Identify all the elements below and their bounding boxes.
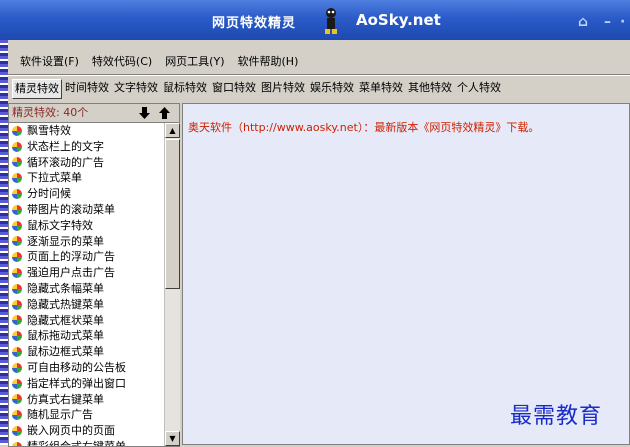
menu-settings[interactable]: 软件设置(F) [20, 53, 79, 69]
list-item-label: 强迫用户点击广告 [27, 266, 115, 280]
list-item[interactable]: 嵌入网页中的页面 [9, 423, 164, 439]
mascot-icon [325, 8, 337, 34]
list-item[interactable]: 隐藏式框状菜单 [9, 313, 164, 329]
effect-icon [12, 204, 22, 215]
list-item[interactable]: 飘雪特效 [9, 123, 164, 139]
tab-mouse-effects[interactable]: 鼠标特效 [161, 79, 209, 97]
title-bar: 网页特效精灵 AoSky.net ⌂ – · [0, 0, 630, 40]
effect-icon [12, 299, 22, 310]
effect-icon [12, 283, 22, 294]
effect-icon [12, 347, 22, 358]
arrow-down-icon[interactable] [139, 107, 150, 119]
scroll-down-button[interactable]: ▼ [165, 431, 180, 446]
effect-icon [12, 331, 22, 342]
list-item[interactable]: 随机显示广告 [9, 407, 164, 423]
home-icon[interactable]: ⌂ [578, 14, 588, 30]
menu-help[interactable]: 软件帮助(H) [238, 53, 299, 69]
scroll-thumb[interactable] [165, 139, 180, 289]
effect-icon [12, 394, 22, 405]
effect-icon [12, 315, 22, 326]
list-item-label: 隐藏式热键菜单 [27, 297, 104, 311]
effect-icon [12, 157, 22, 168]
effect-icon [12, 125, 22, 136]
list-item-label: 随机显示广告 [27, 408, 93, 422]
scroll-up-button[interactable]: ▲ [165, 123, 180, 138]
list-item-label: 隐藏式条幅菜单 [27, 281, 104, 295]
list-item[interactable]: 鼠标文字特效 [9, 218, 164, 234]
brand-name: AoSky.net [356, 11, 441, 29]
list-item[interactable]: 逐渐显示的菜单 [9, 234, 164, 250]
list-item-label: 鼠标文字特效 [27, 218, 93, 232]
list-item[interactable]: 隐藏式热键菜单 [9, 297, 164, 313]
list-item[interactable]: 强迫用户点击广告 [9, 265, 164, 281]
list-item[interactable]: 隐藏式条幅菜单 [9, 281, 164, 297]
list-item-label: 逐渐显示的菜单 [27, 234, 104, 248]
effect-icon [12, 378, 22, 389]
list-item-label: 分时问候 [27, 187, 71, 201]
tab-personal-effects[interactable]: 个人特效 [455, 79, 503, 97]
list-item-label: 可自由移动的公告板 [27, 360, 126, 374]
download-notice[interactable]: 奥天软件（http://www.aosky.net）：最新版本《网页特效精灵》下… [188, 119, 539, 135]
list-item[interactable]: 下拉式菜单 [9, 170, 164, 186]
content-panel: 奥天软件（http://www.aosky.net）：最新版本《网页特效精灵》下… [182, 103, 630, 445]
list-item-label: 隐藏式框状菜单 [27, 313, 104, 327]
left-decorative-stripe [0, 40, 8, 445]
tab-menu-effects[interactable]: 菜单特效 [357, 79, 405, 97]
effect-icon [12, 426, 22, 437]
list-item[interactable]: 分时问候 [9, 186, 164, 202]
panel-header: 精灵特效: 40个 [9, 104, 179, 123]
menu-effect-code[interactable]: 特效代码(C) [92, 53, 152, 69]
tab-time-effects[interactable]: 时间特效 [63, 79, 111, 97]
tab-sprite-effects[interactable]: 精灵特效 [12, 79, 62, 99]
menu-divider [8, 74, 630, 76]
effect-icon [12, 220, 22, 231]
effects-count-label: 精灵特效: 40个 [12, 106, 89, 119]
list-item-label: 飘雪特效 [27, 124, 71, 137]
category-tabs: 精灵特效 时间特效 文字特效 鼠标特效 窗口特效 图片特效 娱乐特效 菜单特效 … [12, 79, 504, 99]
list-scrollbar[interactable]: ▲ ▼ [164, 123, 180, 446]
effects-list: 飘雪特效状态栏上的文字 循环滚动的广告 下拉式菜单分时问候 带图片的滚动菜单 鼠标文字特… [9, 123, 164, 446]
tab-text-effects[interactable]: 文字特效 [112, 79, 160, 97]
list-item[interactable]: 页面上的浮动广告 [9, 249, 164, 265]
list-item[interactable]: 鼠标拖动式菜单 [9, 328, 164, 344]
list-item-label: 循环滚动的广告 [27, 155, 104, 169]
effect-icon [12, 441, 22, 446]
tab-fun-effects[interactable]: 娱乐特效 [308, 79, 356, 97]
list-item[interactable]: 带图片的滚动菜单 [9, 202, 164, 218]
list-item[interactable]: 循环滚动的广告 [9, 155, 164, 171]
effect-icon [12, 362, 22, 373]
tab-window-effects[interactable]: 窗口特效 [210, 79, 258, 97]
list-item-label: 嵌入网页中的页面 [27, 424, 115, 438]
window-button-icon[interactable]: · [620, 14, 625, 30]
list-item[interactable]: 鼠标边框式菜单 [9, 344, 164, 360]
list-item-label: 鼠标边框式菜单 [27, 345, 104, 359]
effect-icon [12, 236, 22, 247]
effects-list-panel: 精灵特效: 40个 飘雪特效状态栏上的文字 循环滚动的广告 下拉式菜单分时问候 带图片… [8, 103, 180, 447]
list-item-label: 仿真式右键菜单 [27, 392, 104, 406]
menu-bar: 软件设置(F) 特效代码(C) 网页工具(Y) 软件帮助(H) [8, 50, 630, 72]
list-item[interactable]: 可自由移动的公告板 [9, 360, 164, 376]
list-item[interactable]: 仿真式右键菜单 [9, 392, 164, 408]
list-item-label: 状态栏上的文字 [27, 139, 104, 153]
list-item-label: 页面上的浮动广告 [27, 250, 115, 264]
effect-icon [12, 268, 22, 279]
tab-image-effects[interactable]: 图片特效 [259, 79, 307, 97]
watermark-text: 最需教育 [510, 404, 603, 429]
arrow-up-icon[interactable] [159, 107, 170, 119]
effect-icon [12, 252, 22, 263]
effect-icon [12, 141, 22, 152]
app-title: 网页特效精灵 [212, 16, 297, 31]
list-item[interactable]: 指定样式的弹出窗口 [9, 376, 164, 392]
menu-web-tools[interactable]: 网页工具(Y) [165, 53, 224, 69]
list-item[interactable]: 状态栏上的文字 [9, 139, 164, 155]
list-item-label: 鼠标拖动式菜单 [27, 329, 104, 343]
effect-icon [12, 173, 22, 184]
effect-icon [12, 410, 22, 421]
tab-other-effects[interactable]: 其他特效 [406, 79, 454, 97]
list-item-label: 带图片的滚动菜单 [27, 202, 115, 216]
minimize-icon[interactable]: – [604, 14, 611, 30]
effect-icon [12, 189, 22, 200]
list-item-label: 下拉式菜单 [27, 171, 82, 185]
list-item-label: 指定样式的弹出窗口 [27, 376, 126, 390]
